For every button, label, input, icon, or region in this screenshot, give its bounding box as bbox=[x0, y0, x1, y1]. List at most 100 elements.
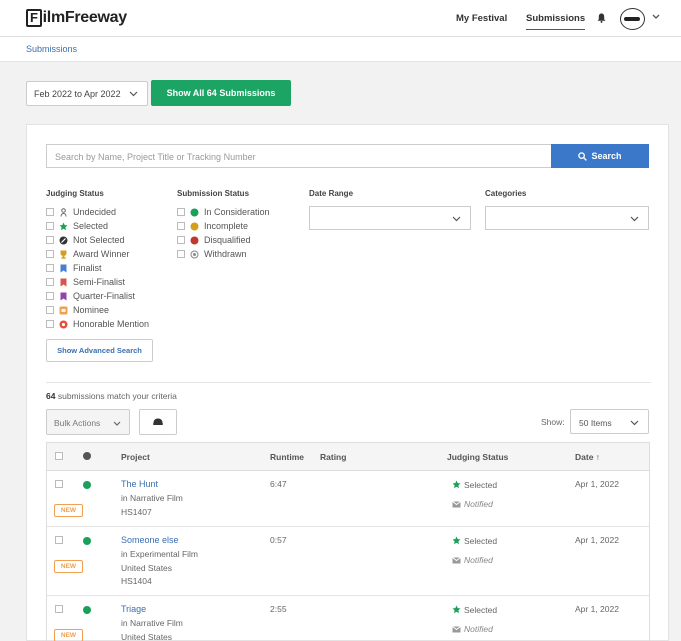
notified-label: Notified bbox=[464, 624, 493, 634]
judging-status-option-label[interactable]: Finalist bbox=[73, 263, 102, 273]
project-detail: United States bbox=[121, 562, 173, 573]
submission-status-checkbox[interactable] bbox=[177, 250, 185, 258]
judging-status-option-label[interactable]: Not Selected bbox=[73, 235, 125, 245]
notified-label: Notified bbox=[464, 555, 493, 565]
judging-status-option-label[interactable]: Quarter-Finalist bbox=[73, 291, 135, 301]
judging-status-checkbox[interactable] bbox=[46, 250, 54, 258]
submission-status-option-label[interactable]: Incomplete bbox=[204, 221, 248, 231]
bulk-actions-label: Bulk Actions bbox=[54, 418, 101, 428]
bulk-actions-dropdown[interactable]: Bulk Actions bbox=[46, 409, 130, 435]
row-checkbox[interactable] bbox=[55, 536, 63, 544]
star-icon bbox=[452, 480, 461, 489]
bell-icon[interactable] bbox=[597, 13, 606, 23]
judging-status-label: Selected bbox=[464, 536, 498, 546]
page-size-value: 50 Items bbox=[579, 418, 612, 428]
categories-heading: Categories bbox=[485, 189, 527, 198]
star-icon bbox=[59, 222, 68, 231]
date-value: Apr 1, 2022 bbox=[575, 604, 619, 614]
column-runtime[interactable]: Runtime bbox=[270, 452, 304, 462]
judging-status-checkbox[interactable] bbox=[46, 320, 54, 328]
block-icon bbox=[59, 236, 68, 245]
search-icon bbox=[578, 152, 588, 161]
table-row[interactable]: NEW The Hunt in Narrative Film HS1407 6:47 Se… bbox=[47, 471, 649, 527]
submissions-table: Project Runtime Rating Judging Status Da… bbox=[46, 442, 650, 641]
show-advanced-search-button[interactable]: Show Advanced Search bbox=[46, 339, 153, 362]
notified-status: Notified bbox=[452, 499, 493, 509]
mail-icon bbox=[452, 501, 461, 508]
mail-icon bbox=[452, 626, 461, 633]
project-title-link[interactable]: Triage bbox=[121, 604, 146, 614]
chevron-down-icon[interactable] bbox=[652, 14, 660, 20]
date-range-heading: Date Range bbox=[309, 189, 354, 198]
runtime-value: 2:55 bbox=[270, 604, 287, 614]
nav-submissions[interactable]: Submissions bbox=[526, 13, 586, 30]
notified-status: Notified bbox=[452, 624, 493, 634]
judging-status-checkbox[interactable] bbox=[46, 292, 54, 300]
judging-status-checkbox[interactable] bbox=[46, 264, 54, 272]
show-all-submissions-button[interactable]: Show All 64 Submissions bbox=[151, 80, 291, 106]
dot-red-icon bbox=[190, 236, 199, 245]
submission-status-option-label[interactable]: In Consideration bbox=[204, 207, 270, 217]
in-consideration-dot bbox=[83, 481, 91, 489]
judging-status-option-label[interactable]: Selected bbox=[73, 221, 108, 231]
date-value: Apr 1, 2022 bbox=[575, 535, 619, 545]
dot-green-icon bbox=[190, 208, 199, 217]
new-badge: NEW bbox=[54, 560, 83, 573]
breadcrumb[interactable]: Submissions bbox=[26, 44, 77, 54]
submissions-panel: Search by Name, Project Title or Trackin… bbox=[26, 124, 669, 641]
submission-status-checkbox[interactable] bbox=[177, 208, 185, 216]
date-range-select[interactable]: Feb 2022 to Apr 2022 bbox=[26, 81, 148, 106]
row-checkbox[interactable] bbox=[55, 605, 63, 613]
judging-status-value[interactable]: Selected bbox=[452, 536, 497, 546]
project-detail: in Narrative Film bbox=[121, 493, 183, 503]
divider bbox=[46, 382, 651, 383]
filmfreeway-logo[interactable]: FilmFreeway bbox=[26, 9, 127, 27]
table-row[interactable]: NEW Triage in Narrative Film United States 2… bbox=[47, 596, 649, 641]
in-consideration-dot bbox=[83, 606, 91, 614]
breadcrumb-bar: Submissions bbox=[0, 37, 681, 62]
column-rating[interactable]: Rating bbox=[320, 452, 346, 462]
submission-status-option-label[interactable]: Disqualified bbox=[204, 235, 251, 245]
results-count-number: 64 bbox=[46, 391, 56, 401]
judging-status-option-label[interactable]: Honorable Mention bbox=[73, 319, 149, 329]
export-button[interactable] bbox=[139, 409, 177, 435]
judging-status-checkbox[interactable] bbox=[46, 278, 54, 286]
judging-status-option-label[interactable]: Semi-Finalist bbox=[73, 277, 125, 287]
date-range-dropdown[interactable] bbox=[309, 206, 471, 230]
ribbon-icon bbox=[59, 292, 68, 301]
page-size-label: Show: bbox=[541, 417, 565, 427]
judging-status-checkbox[interactable] bbox=[46, 306, 54, 314]
table-row[interactable]: NEW Someone else in Experimental Film Unite… bbox=[47, 527, 649, 596]
ribbon-icon bbox=[59, 278, 68, 287]
select-all-checkbox[interactable] bbox=[55, 452, 63, 460]
search-button[interactable]: Search bbox=[551, 144, 649, 168]
column-judging-status[interactable]: Judging Status bbox=[447, 452, 508, 462]
categories-dropdown[interactable] bbox=[485, 206, 649, 230]
chevron-down-icon bbox=[630, 420, 639, 426]
mail-icon bbox=[452, 557, 461, 564]
judging-status-checkbox[interactable] bbox=[46, 236, 54, 244]
judging-status-checkbox[interactable] bbox=[46, 208, 54, 216]
project-title-link[interactable]: Someone else bbox=[121, 535, 179, 545]
judging-status-option-label[interactable]: Undecided bbox=[73, 207, 116, 217]
nav-my-festival[interactable]: My Festival bbox=[456, 13, 507, 24]
column-date[interactable]: Date ↑ bbox=[575, 452, 600, 462]
judging-status-option-label[interactable]: Nominee bbox=[73, 305, 109, 315]
search-input[interactable]: Search by Name, Project Title or Trackin… bbox=[46, 144, 552, 168]
judging-status-option-label[interactable]: Award Winner bbox=[73, 249, 129, 259]
judging-status-checkbox[interactable] bbox=[46, 222, 54, 230]
page-size-select[interactable]: 50 Items bbox=[570, 409, 649, 434]
row-checkbox[interactable] bbox=[55, 480, 63, 488]
trophy-icon bbox=[59, 250, 68, 259]
submission-status-option-label[interactable]: Withdrawn bbox=[204, 249, 247, 259]
submission-status-checkbox[interactable] bbox=[177, 236, 185, 244]
chevron-down-icon bbox=[630, 216, 639, 222]
project-title-link[interactable]: The Hunt bbox=[121, 479, 158, 489]
avatar[interactable] bbox=[620, 8, 645, 30]
judging-status-value[interactable]: Selected bbox=[452, 480, 497, 490]
judging-status-value[interactable]: Selected bbox=[452, 605, 497, 615]
submission-status-checkbox[interactable] bbox=[177, 222, 185, 230]
column-project[interactable]: Project bbox=[121, 452, 150, 462]
new-badge: NEW bbox=[54, 504, 83, 517]
ribbon-icon bbox=[59, 264, 68, 273]
